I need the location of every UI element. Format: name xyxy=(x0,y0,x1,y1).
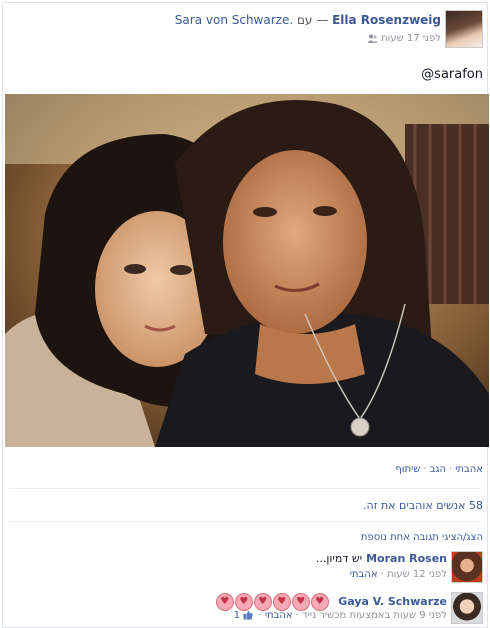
comment-link[interactable]: הגב xyxy=(430,464,446,475)
commenter-name[interactable]: Moran Rosen xyxy=(366,552,447,565)
post-actions: אהבתי·הגב·שיתוף xyxy=(395,464,483,475)
view-more-comments-link[interactable]: הצג/הציגי תגובה אחת נוספת xyxy=(361,532,483,543)
action-separator: · xyxy=(423,464,427,475)
heart-icon: ♥ xyxy=(291,593,310,611)
author-avatar[interactable] xyxy=(445,10,483,48)
likes-summary[interactable]: 58 אנשים אוהבים את זה. xyxy=(363,499,483,512)
heart-emoticons: ♥♥♥♥♥♥ xyxy=(215,593,329,611)
comment-header: Gaya V. Schwarze ♥♥♥♥♥♥ xyxy=(215,593,447,611)
share-link[interactable]: שיתוף xyxy=(395,464,420,475)
post-header: Ella Rosenzweig — עם Sara von Schwarze. xyxy=(175,13,441,27)
meta-separator: · xyxy=(255,610,262,621)
comment-text: יש דמיון... xyxy=(315,552,363,565)
post-timestamp[interactable]: לפני 17 שעות xyxy=(381,33,441,44)
news-feed-post: Ella Rosenzweig — עם Sara von Schwarze. … xyxy=(2,2,489,628)
post-meta: לפני 17 שעות xyxy=(363,33,441,44)
heart-icon: ♥ xyxy=(234,593,253,611)
post-photo[interactable] xyxy=(5,94,489,447)
comment-meta: לפני 9 שעות באמצעות מכשיר נייד · אהבתי ·… xyxy=(234,610,447,621)
comment-timestamp[interactable]: לפני 12 שעות xyxy=(387,569,447,580)
friends-icon[interactable] xyxy=(367,34,378,43)
heart-icon: ♥ xyxy=(310,593,329,611)
meta-separator: · xyxy=(292,610,299,621)
author-name[interactable]: Ella Rosenzweig xyxy=(332,13,441,27)
comment-header: Moran Rosenיש דמיון... xyxy=(316,552,447,565)
heart-icon: ♥ xyxy=(253,593,272,611)
with-separator: — עם xyxy=(293,13,333,27)
post-caption: @sarafon xyxy=(421,67,483,82)
comment-meta: לפני 12 שעות · אהבתי xyxy=(350,569,447,580)
comment-like-link[interactable]: אהבתי xyxy=(265,610,293,621)
action-separator: · xyxy=(449,464,453,475)
comment-like-count[interactable]: 1 xyxy=(234,610,240,621)
comment-item: Gaya V. Schwarze ♥♥♥♥♥♥ לפני 9 שעות באמצ… xyxy=(5,592,485,628)
divider xyxy=(9,521,481,522)
tagged-person[interactable]: Sara von Schwarze. xyxy=(175,13,293,27)
comment-timestamp[interactable]: לפני 9 שעות באמצעות מכשיר נייד xyxy=(302,610,447,621)
meta-separator: · xyxy=(377,569,384,580)
commenter-avatar[interactable] xyxy=(451,592,483,624)
like-link[interactable]: אהבתי xyxy=(455,464,483,475)
thumbs-up-icon[interactable] xyxy=(243,610,253,620)
commenter-name[interactable]: Gaya V. Schwarze xyxy=(338,595,447,608)
heart-icon: ♥ xyxy=(272,593,291,611)
comment-like-link[interactable]: אהבתי xyxy=(350,569,378,580)
heart-icon: ♥ xyxy=(215,593,234,611)
divider xyxy=(9,488,481,489)
comment-item: Moran Rosenיש דמיון... לפני 12 שעות · אה… xyxy=(5,551,485,587)
commenter-avatar[interactable] xyxy=(451,551,483,583)
photo-two-women xyxy=(5,94,489,447)
